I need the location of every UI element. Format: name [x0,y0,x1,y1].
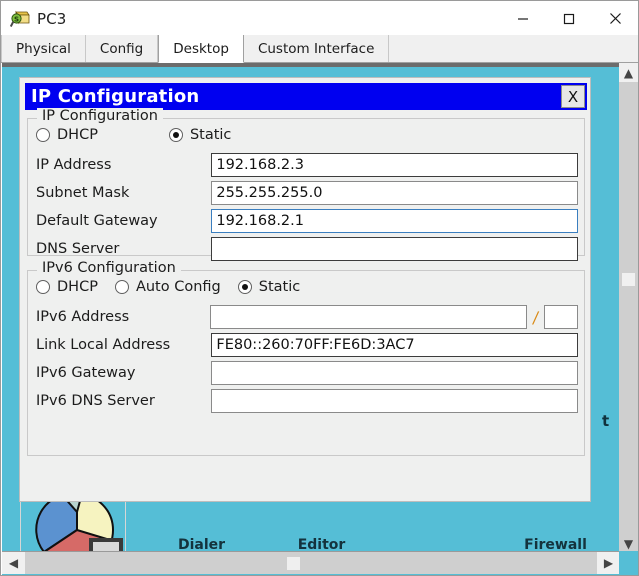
ipv6-configuration-group: IPv6 Configuration DHCP Auto Config Stat… [27,260,585,456]
ipv6-prefix-separator: / [531,307,540,327]
tab-physical[interactable]: Physical [1,35,86,62]
field-default-gateway: Default Gateway [36,209,578,233]
tab-config-label: Config [99,40,144,57]
ipv6-dns-server-input[interactable] [211,389,578,413]
field-subnet-mask-label: Subnet Mask [36,185,130,201]
tab-custom-interface-label: Custom Interface [257,40,375,57]
radio-circle-icon [36,128,50,142]
tab-desktop[interactable]: Desktop [158,35,244,63]
field-subnet-mask: Subnet Mask [36,181,578,205]
field-ipv6-dns-server-label: IPv6 DNS Server [36,393,155,409]
link-local-address-input[interactable] [211,333,578,357]
field-ipv6-gateway-label: IPv6 Gateway [36,365,136,381]
desktop-right-teal-strip [606,67,620,556]
ipv6-radio-auto-config[interactable]: Auto Config [114,279,221,295]
tabbar-filler [389,35,638,62]
ipv4-group-legend: IP Configuration [37,108,163,124]
device-tabbar: Physical Config Desktop Custom Interface [1,35,638,63]
field-ipv6-dns-server: IPv6 DNS Server [36,389,578,413]
ipv4-radio-static-label: Static [189,127,232,143]
desktop-pane: Dialer Editor Firewall t IP Configuratio… [2,63,638,575]
ipv4-radio-dhcp-label: DHCP [57,127,98,143]
window-title: PC3 [37,9,67,28]
radio-circle-selected-icon [168,128,183,142]
ipv4-mode-radiogroup: DHCP Static [36,127,231,143]
ipv6-mode-radiogroup: DHCP Auto Config Static [36,279,300,295]
window-controls [500,1,638,36]
field-dns-server: DNS Server [36,237,578,261]
ipv6-prefix-length-input[interactable] [544,305,578,329]
field-ipv6-address-label: IPv6 Address [36,309,130,325]
field-ipv6-gateway: IPv6 Gateway [36,361,578,385]
close-icon[interactable] [592,1,638,36]
chevron-left-icon[interactable]: ◀ [2,552,25,574]
field-dns-server-label: DNS Server [36,241,120,257]
ip-configuration-titlebar: IP Configuration X [25,83,587,110]
ipv6-radio-static[interactable]: Static [237,279,301,295]
tab-custom-interface[interactable]: Custom Interface [243,35,390,62]
ip-configuration-dialog: IP Configuration X IP Configuration DHCP [19,77,591,502]
maximize-icon[interactable] [546,1,592,36]
field-ipv6-address: IPv6 Address / [36,305,578,329]
svg-text:S: S [14,15,19,23]
ip-configuration-close-button[interactable]: X [561,85,585,108]
tab-config[interactable]: Config [85,35,159,62]
radio-circle-icon [114,280,129,294]
ipv6-address-input[interactable] [210,305,527,329]
radio-circle-icon [36,280,50,294]
ipv6-radio-auto-config-label: Auto Config [135,279,221,295]
desktop-edge-text-fragment: t [602,412,610,430]
tab-desktop-label: Desktop [173,40,229,57]
ipv6-gateway-input[interactable] [211,361,578,385]
subnet-mask-input[interactable] [211,181,578,205]
default-gateway-input[interactable] [211,209,578,233]
horizontal-scrollbar-thumb[interactable] [287,557,300,570]
chevron-right-icon[interactable]: ▶ [597,552,620,574]
horizontal-scrollbar[interactable]: ◀ ▶ [2,551,620,574]
window-titlebar: S PC3 [1,1,638,36]
dns-server-input[interactable] [211,237,578,261]
tab-physical-label: Physical [16,40,71,57]
ipv4-radio-static[interactable]: Static [168,127,232,143]
ip-configuration-close-label: X [567,87,579,106]
chevron-up-icon[interactable]: ▲ [619,63,638,82]
pc-device-window: S PC3 Physical Config Desktop Custom Int… [0,0,639,576]
vertical-scrollbar[interactable]: ▲ ▼ [619,63,638,553]
ip-address-input[interactable] [211,153,578,177]
field-link-local-address-label: Link Local Address [36,337,171,353]
desktop-canvas: Dialer Editor Firewall t IP Configuratio… [2,67,620,556]
field-default-gateway-label: Default Gateway [36,213,158,229]
field-ip-address: IP Address [36,153,578,177]
scrollbar-corner [619,551,638,574]
ipv6-radio-dhcp[interactable]: DHCP [36,279,98,295]
field-ip-address-label: IP Address [36,157,112,173]
ipv6-radio-dhcp-label: DHCP [57,279,98,295]
radio-circle-selected-icon [237,280,252,294]
ipv4-radio-dhcp[interactable]: DHCP [36,127,98,143]
packet-tracer-device-icon: S [9,10,30,28]
ip-configuration-title: IP Configuration [31,86,200,107]
field-link-local-address: Link Local Address [36,333,578,357]
ipv6-group-legend: IPv6 Configuration [37,260,181,276]
ipv6-radio-static-label: Static [258,279,301,295]
minimize-icon[interactable] [500,1,546,36]
ipv4-configuration-group: IP Configuration DHCP Static IP Address [27,108,585,261]
vertical-scrollbar-thumb[interactable] [622,273,635,286]
